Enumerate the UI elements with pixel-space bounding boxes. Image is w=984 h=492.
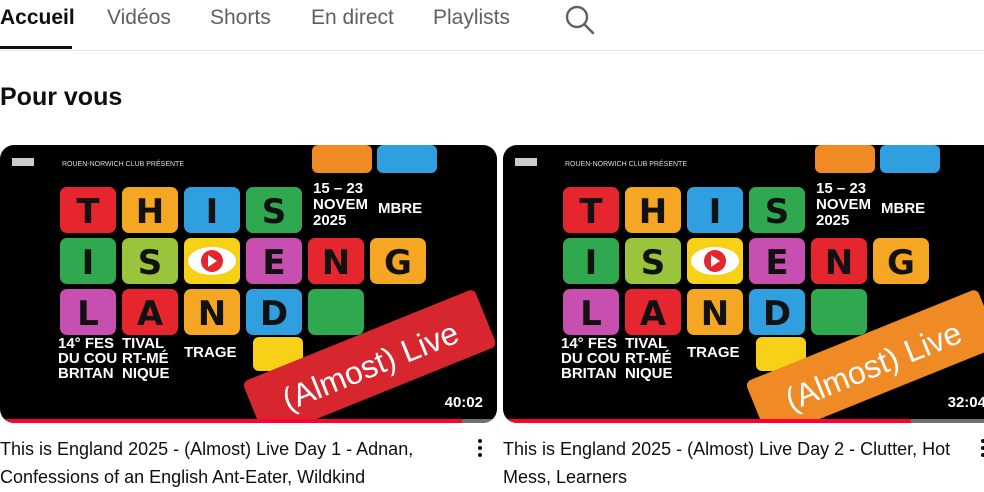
poster-letter: I [585, 243, 598, 283]
poster-letter: S [262, 192, 287, 232]
tab-accueil[interactable]: Accueil [0, 6, 75, 30]
video-thumbnail[interactable]: ROUEN-NORWICH CLUB PRÉSENTE T H I S I S E N G L A N D… [503, 145, 984, 423]
poster-presenter: ROUEN-NORWICH CLUB PRÉSENTE [62, 159, 184, 168]
poster-fest-line: BRITAN [561, 365, 617, 382]
poster-fest-line: NIQUE [122, 365, 170, 382]
poster-letter: A [137, 294, 164, 334]
more-actions-icon[interactable] [475, 436, 485, 462]
search-icon[interactable] [564, 4, 596, 36]
video-card[interactable]: ROUEN-NORWICH CLUB PRÉSENTE T H I S I S E N G L A N D… [503, 145, 984, 487]
poster-letter: I [82, 243, 95, 283]
tab-playlists[interactable]: Playlists [433, 6, 510, 30]
poster-artwork: ROUEN-NORWICH CLUB PRÉSENTET H I SI S E N GL A N D… [515, 145, 984, 423]
watch-progress-bar [0, 419, 497, 423]
poster-month: NOVEM [313, 196, 368, 213]
poster-letter: S [641, 243, 666, 283]
video-title[interactable]: This is England 2025 - (Almost) Live Day… [503, 435, 963, 491]
poster-letter: H [136, 192, 164, 232]
tab-shorts[interactable]: Shorts [210, 6, 271, 30]
poster-image: ROUEN-NORWICH CLUB PRÉSENTET H I SI S E N GL A N D… [515, 145, 984, 423]
poster-fest-line: TRAGE [184, 344, 237, 361]
poster-year: 2025 [816, 212, 849, 229]
duration-badge: 32:04 [941, 392, 984, 413]
more-actions-icon[interactable] [978, 436, 984, 462]
tab-en-direct[interactable]: En direct [311, 6, 394, 30]
poster-month-end: MBRE [881, 200, 925, 217]
poster-fest-line: TRAGE [687, 344, 740, 361]
poster-fest-line: BRITAN [58, 365, 114, 382]
poster-letter: H [639, 192, 667, 232]
poster-month-end: MBRE [378, 200, 422, 217]
poster-year: 2025 [313, 212, 346, 229]
poster-letter: I [206, 192, 219, 232]
poster-dates: 15 – 23 [313, 180, 363, 197]
poster-letter: G [384, 243, 412, 283]
video-title[interactable]: This is England 2025 - (Almost) Live Day… [0, 435, 460, 491]
poster-image: ROUEN-NORWICH CLUB PRÉSENTET H I SI S E N GL A N D… [12, 145, 496, 423]
tab-videos[interactable]: Vidéos [107, 6, 171, 30]
section-title: Pour vous [0, 83, 123, 111]
poster-letter: N [825, 243, 853, 283]
channel-tabs: Accueil Vidéos Shorts En direct Playlist… [0, 0, 984, 51]
poster-month: NOVEM [816, 196, 871, 213]
poster-letter: E [262, 243, 285, 283]
video-thumbnail[interactable]: ROUEN-NORWICH CLUB PRÉSENTE T H I S I S E N G L A N D… [0, 145, 497, 423]
poster-letter: G [887, 243, 915, 283]
poster-letter: D [763, 294, 791, 334]
poster-artwork: ROUEN-NORWICH CLUB PRÉSENTET H I SI S E N GL A N D… [12, 145, 496, 423]
poster-letter: L [77, 294, 99, 334]
poster-letter: S [765, 192, 790, 232]
watch-progress-bar [503, 419, 984, 423]
poster-letter: I [709, 192, 722, 232]
poster-letter: A [640, 294, 667, 334]
video-card[interactable]: ROUEN-NORWICH CLUB PRÉSENTE T H I S I S E N G L A N D… [0, 145, 497, 487]
poster-letter: L [580, 294, 602, 334]
duration-badge: 40:02 [438, 392, 489, 413]
poster-fest-line: NIQUE [625, 365, 673, 382]
poster-letter: D [260, 294, 288, 334]
poster-letter: N [701, 294, 729, 334]
poster-letter: N [322, 243, 350, 283]
poster-letter: N [198, 294, 226, 334]
poster-dates: 15 – 23 [816, 180, 866, 197]
poster-letter: T [579, 192, 603, 232]
active-tab-indicator [0, 46, 72, 49]
poster-letter: S [138, 243, 163, 283]
poster-presenter: ROUEN-NORWICH CLUB PRÉSENTE [565, 159, 687, 168]
poster-letter: E [765, 243, 788, 283]
poster-letter: T [76, 192, 100, 232]
